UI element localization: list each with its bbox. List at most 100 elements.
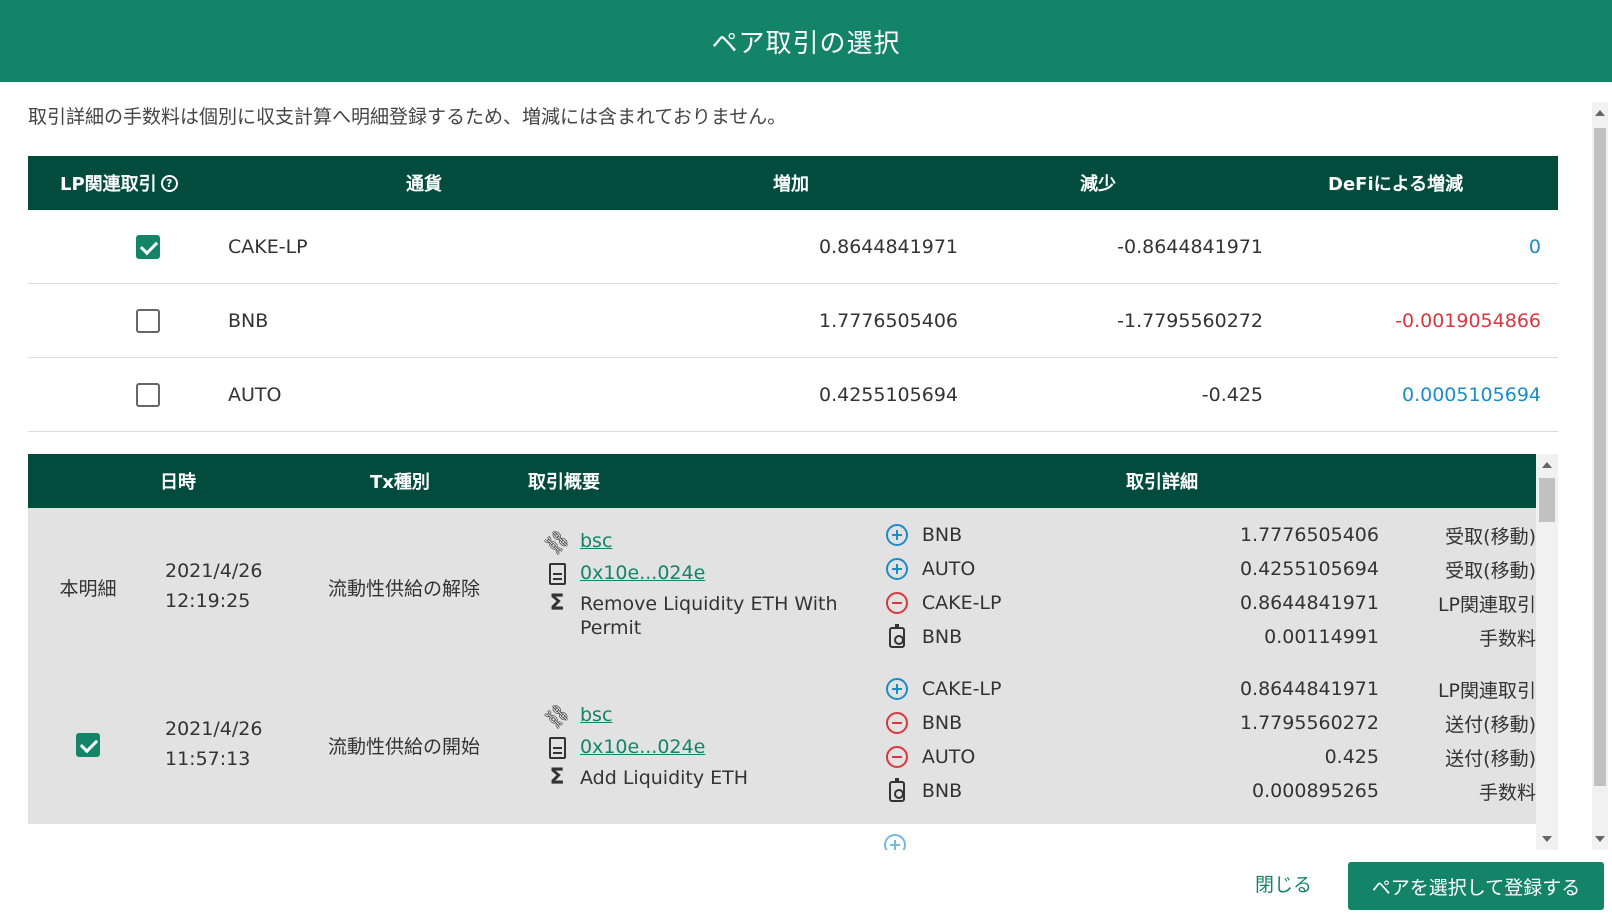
- fee-icon: [888, 623, 905, 648]
- detail-amount: 1.7795560272: [1239, 712, 1379, 734]
- detail-currency: BNB: [921, 524, 963, 546]
- help-icon[interactable]: ?: [160, 174, 178, 192]
- tx-type-cell: 流動性供給の開始: [328, 735, 481, 758]
- summary-header: LP関連取引 ? 通貨 増加 減少 DeFiによる増減: [28, 156, 1558, 210]
- chain-link[interactable]: bsc: [580, 704, 612, 726]
- detail-scrollbar[interactable]: [1536, 454, 1558, 850]
- decrease-cell: -0.8644841971: [1117, 236, 1263, 258]
- fee-icon: [888, 777, 905, 802]
- header-currency: 通貨: [406, 174, 442, 195]
- detail-currency: BNB: [921, 712, 963, 734]
- detail-amount: 0.00114991: [1264, 626, 1379, 648]
- detail-kind: LP関連取引: [1437, 679, 1536, 702]
- summary-row: AUTO 0.4255105694 -0.425 0.0005105694: [28, 358, 1558, 432]
- detail-kind: 受取(移動): [1445, 559, 1536, 582]
- summary-row: CAKE-LP 0.8644841971 -0.8644841971 0: [28, 210, 1558, 284]
- detail-scroll-up-icon[interactable]: [1542, 462, 1552, 468]
- increase-cell: 1.7776505406: [818, 310, 958, 332]
- currency-cell: CAKE-LP: [228, 236, 308, 258]
- tx-hash-link[interactable]: 0x10e...024e: [580, 562, 705, 584]
- plus-circle-icon: [885, 678, 908, 700]
- header-detail: 取引詳細: [1126, 472, 1198, 493]
- plus-circle-icon: [884, 834, 906, 850]
- transaction-checkbox[interactable]: [76, 733, 100, 757]
- detail-line: BNB 0.000895265 手数料: [884, 776, 1536, 806]
- header-defi: DeFiによる増減: [1328, 174, 1464, 195]
- sigma-icon: Σ: [549, 591, 565, 616]
- currency-summary-table: LP関連取引 ? 通貨 増加 減少 DeFiによる増減 CAKE-LP 0.864…: [28, 156, 1558, 432]
- dialog-title: ペア取引の選択: [711, 28, 901, 59]
- summary-row: BNB 1.7776505406 -1.7795560272 -0.001905486…: [28, 284, 1558, 358]
- minus-circle-icon: [885, 592, 908, 614]
- tx-hash-link[interactable]: 0x10e...024e: [580, 736, 705, 758]
- defi-cell: 0: [1528, 236, 1541, 258]
- dialog-scrollbar[interactable]: [1592, 102, 1608, 850]
- detail-amount: 0.000895265: [1252, 780, 1379, 802]
- header-decrease: 減少: [1080, 174, 1116, 195]
- header-datetime: 日時: [160, 472, 196, 493]
- detail-line: BNB 1.7795560272 送付(移動): [884, 708, 1536, 738]
- plus-circle-icon: [885, 558, 908, 580]
- lp-checkbox[interactable]: [136, 309, 160, 333]
- datetime-cell: 2021/4/26 12:19:25: [165, 560, 263, 612]
- transaction-row: 本明細 2021/4/26 12:19:25 流動性供給の解除 ⛓ bsc 0x10e...…: [28, 508, 1536, 666]
- detail-kind: 受取(移動): [1445, 525, 1536, 548]
- detail-line: BNB 0.00114991 手数料: [884, 622, 1536, 652]
- detail-line: CAKE-LP 0.8644841971 LP関連取引: [884, 674, 1536, 704]
- lp-checkbox[interactable]: [136, 383, 160, 407]
- header-tx-type: Tx種別: [370, 472, 430, 493]
- detail-scroll-down-icon[interactable]: [1542, 836, 1552, 842]
- detail-amount: 0.4255105694: [1239, 558, 1379, 580]
- scroll-up-icon[interactable]: [1595, 110, 1605, 116]
- detail-currency: BNB: [921, 780, 963, 802]
- tx-type-cell: 流動性供給の解除: [328, 577, 481, 600]
- detail-currency: AUTO: [921, 746, 976, 768]
- decrease-cell: -0.425: [1201, 384, 1263, 406]
- detail-currency: CAKE-LP: [921, 592, 1002, 614]
- method-name: Remove Liquidity ETH With Permit: [580, 593, 838, 639]
- plus-circle-icon: [885, 524, 908, 546]
- defi-cell: 0.0005105694: [1401, 384, 1541, 406]
- transaction-detail-table: 日時 Tx種別 取引概要 取引詳細 本明細 2021/4/26 12:19:25 流動…: [28, 454, 1558, 850]
- partial-next-row: [884, 830, 1536, 850]
- detail-currency: BNB: [921, 626, 963, 648]
- detail-amount: 1.7776505406: [1239, 524, 1379, 546]
- document-icon: [548, 563, 566, 585]
- minus-circle-icon: [885, 746, 908, 768]
- detail-amount: 0.8644841971: [1239, 678, 1379, 700]
- detail-kind: LP関連取引: [1437, 593, 1536, 616]
- decrease-cell: -1.7795560272: [1117, 310, 1263, 332]
- detail-amount: 0.8644841971: [1239, 592, 1379, 614]
- detail-amount: 0.425: [1324, 746, 1379, 768]
- submit-pair-button[interactable]: ペアを選択して登録する: [1348, 862, 1604, 910]
- minus-circle-icon: [885, 712, 908, 734]
- detail-scrollbar-thumb[interactable]: [1539, 478, 1555, 522]
- datetime-cell: 2021/4/26 11:57:13: [165, 718, 263, 770]
- chain-link[interactable]: bsc: [580, 530, 612, 552]
- method-name: Add Liquidity ETH: [580, 767, 749, 789]
- sigma-icon: Σ: [549, 765, 565, 790]
- increase-cell: 0.4255105694: [818, 384, 958, 406]
- scrollbar-thumb[interactable]: [1594, 128, 1606, 786]
- detail-line: CAKE-LP 0.8644841971 LP関連取引: [884, 588, 1536, 618]
- detail-line: AUTO 0.4255105694 受取(移動): [884, 554, 1536, 584]
- detail-header: 日時 Tx種別 取引概要 取引詳細: [28, 454, 1536, 508]
- currency-cell: BNB: [228, 310, 269, 332]
- header-summary: 取引概要: [528, 472, 600, 493]
- detail-kind: 送付(移動): [1445, 747, 1536, 770]
- scroll-down-icon[interactable]: [1595, 836, 1605, 842]
- defi-cell: -0.0019054866: [1395, 310, 1541, 332]
- row-label: 本明細: [59, 577, 117, 600]
- detail-line: AUTO 0.425 送付(移動): [884, 742, 1536, 772]
- lp-checkbox[interactable]: [136, 235, 160, 259]
- detail-kind: 手数料: [1478, 781, 1536, 804]
- dialog-header: ペア取引の選択: [0, 0, 1612, 82]
- fee-notice: 取引詳細の手数料は個別に収支計算へ明細登録するため、増減には含まれておりません。: [28, 106, 787, 128]
- link-icon: ⛓: [539, 698, 575, 734]
- header-lp: LP関連取引 ?: [60, 156, 220, 210]
- detail-currency: CAKE-LP: [921, 678, 1002, 700]
- close-button[interactable]: 閉じる: [1255, 870, 1312, 897]
- detail-kind: 送付(移動): [1445, 713, 1536, 736]
- link-icon: ⛓: [539, 524, 575, 560]
- detail-kind: 手数料: [1478, 627, 1536, 650]
